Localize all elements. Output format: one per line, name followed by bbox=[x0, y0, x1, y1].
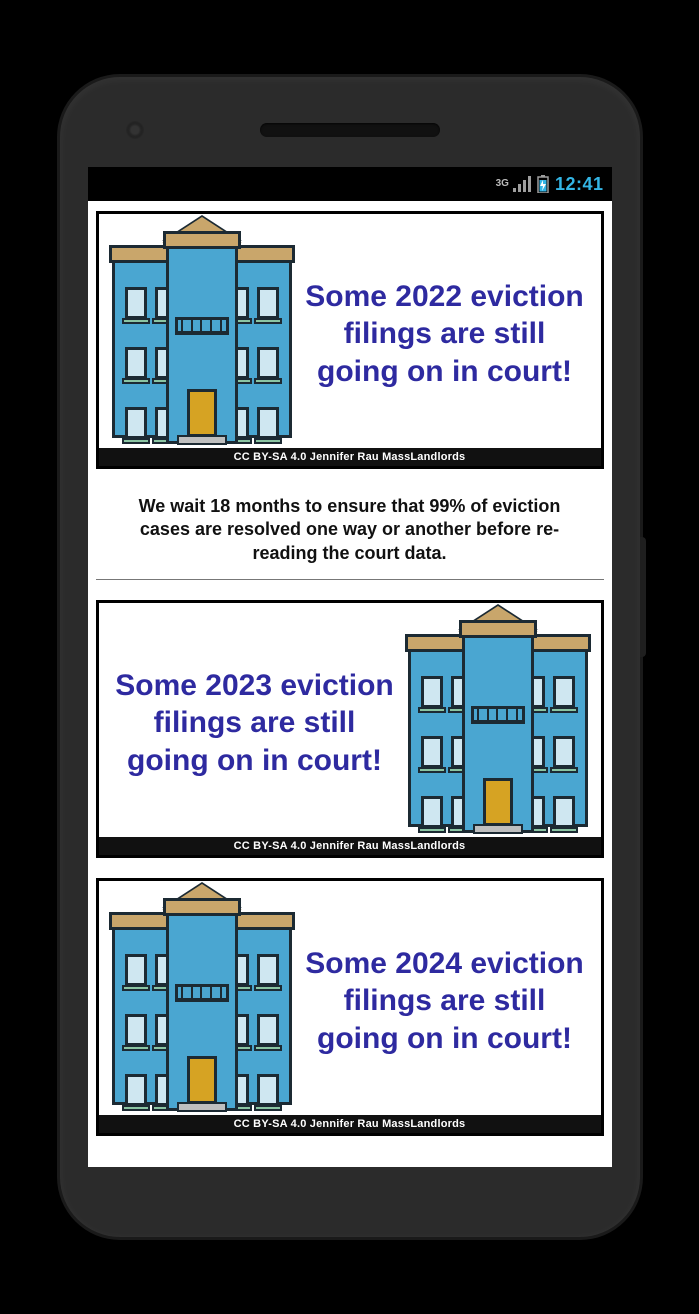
image-credit-label: CC BY-SA 4.0 Jennifer Rau MassLandlords bbox=[99, 448, 601, 466]
speaker-grille-icon bbox=[260, 123, 440, 137]
eviction-card-2023: Some 2023 eviction filings are still goi… bbox=[96, 600, 604, 858]
house-illustration-icon bbox=[403, 613, 593, 833]
card-headline: Some 2024 eviction filings are still goi… bbox=[297, 937, 593, 1066]
card-headline: Some 2022 eviction filings are still goi… bbox=[297, 270, 593, 399]
eviction-card-2022: Some 2022 eviction filings are still goi… bbox=[96, 211, 604, 469]
network-type-label: 3G bbox=[496, 179, 509, 189]
signal-icon bbox=[513, 176, 531, 192]
image-credit-label: CC BY-SA 4.0 Jennifer Rau MassLandlords bbox=[99, 837, 601, 855]
house-illustration-icon bbox=[107, 891, 297, 1111]
screen: 3G 12:41 bbox=[88, 167, 612, 1167]
clock-label: 12:41 bbox=[555, 174, 604, 195]
battery-icon bbox=[537, 175, 549, 193]
card-headline: Some 2023 eviction filings are still goi… bbox=[107, 659, 403, 788]
front-camera-icon bbox=[126, 121, 144, 139]
image-credit-label: CC BY-SA 4.0 Jennifer Rau MassLandlords bbox=[99, 1115, 601, 1133]
eviction-card-2024: Some 2024 eviction filings are still goi… bbox=[96, 878, 604, 1136]
explanatory-caption: We wait 18 months to ensure that 99% of … bbox=[96, 483, 604, 580]
phone-frame: 3G 12:41 bbox=[60, 77, 640, 1237]
house-illustration-icon bbox=[107, 224, 297, 444]
device-side-button bbox=[640, 537, 646, 657]
page-content[interactable]: Some 2022 eviction filings are still goi… bbox=[88, 201, 612, 1167]
status-bar: 3G 12:41 bbox=[88, 167, 612, 201]
